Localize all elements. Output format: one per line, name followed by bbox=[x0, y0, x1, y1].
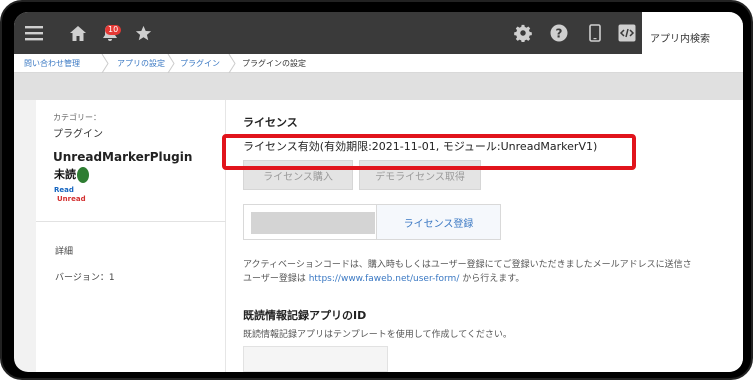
svg-text:未読: 未読 bbox=[53, 167, 76, 181]
device-frame: 10 ? アプリ内検索 問い合わせ管理 アプリの設定 プラグイン プラグインの設… bbox=[0, 0, 753, 380]
svg-text:Unread: Unread bbox=[57, 195, 86, 203]
plugin-name: UnreadMarkerPlugin bbox=[53, 150, 193, 164]
category-label: カテゴリー： bbox=[53, 113, 101, 122]
activation-code-value bbox=[251, 212, 375, 234]
help-icon[interactable]: ? bbox=[547, 12, 571, 54]
user-form-link[interactable]: https://www.faweb.net/user-form/ bbox=[309, 274, 460, 284]
category-value: プラグイン bbox=[53, 129, 103, 140]
sidebar-divider bbox=[36, 221, 226, 222]
license-status-highlight bbox=[222, 134, 636, 170]
menu-icon[interactable] bbox=[22, 12, 46, 54]
breadcrumb-item-plugin-settings: プラグインの設定 bbox=[242, 59, 306, 68]
breadcrumb-item-plugin[interactable]: プラグイン bbox=[180, 58, 220, 69]
screen: 10 ? アプリ内検索 問い合わせ管理 アプリの設定 プラグイン プラグインの設… bbox=[14, 12, 743, 372]
breadcrumb-item-app-settings[interactable]: アプリの設定 bbox=[117, 58, 165, 69]
breadcrumb-separator-icon bbox=[228, 54, 236, 73]
registration-note: ユーザー登録は https://www.faweb.net/user-form/… bbox=[243, 274, 525, 284]
notification-badge: 10 bbox=[105, 25, 122, 35]
svg-text:Read: Read bbox=[54, 186, 74, 194]
svg-text:?: ? bbox=[556, 27, 563, 41]
star-icon[interactable] bbox=[131, 12, 155, 54]
version-label: バージョン：1 bbox=[55, 273, 115, 283]
top-header: 10 ? アプリ内検索 bbox=[14, 12, 743, 54]
license-title: ライセンス bbox=[243, 116, 298, 129]
read-log-app-id-input[interactable] bbox=[243, 346, 388, 372]
breadcrumb-separator-icon bbox=[167, 54, 175, 73]
activation-note: アクティベーションコードは、購入時もしくはユーザー登録にてご登録いただきましたメ… bbox=[243, 260, 692, 270]
read-log-description: 既読情報記録アプリはテンプレートを使用して作成してください。 bbox=[243, 330, 512, 340]
breadcrumb-separator-icon bbox=[101, 54, 109, 73]
detail-link[interactable]: 詳細 bbox=[55, 244, 73, 257]
toolbar-strip bbox=[14, 73, 743, 100]
read-log-title: 既読情報記録アプリのID bbox=[243, 309, 367, 322]
license-register-button[interactable]: ライセンス登録 bbox=[376, 204, 501, 240]
home-icon[interactable] bbox=[66, 12, 90, 54]
plugin-sidebar: カテゴリー： プラグイン UnreadMarkerPlugin 未読 Read … bbox=[36, 100, 226, 372]
mobile-icon[interactable] bbox=[583, 12, 607, 54]
code-icon[interactable] bbox=[615, 12, 639, 54]
activation-code-input[interactable] bbox=[243, 204, 388, 240]
gear-icon[interactable] bbox=[511, 12, 535, 54]
app-search-tab[interactable]: アプリ内検索 bbox=[642, 12, 743, 54]
breadcrumb: 問い合わせ管理 アプリの設定 プラグイン プラグインの設定 bbox=[14, 54, 743, 73]
breadcrumb-item-inquiry[interactable]: 問い合わせ管理 bbox=[24, 58, 80, 69]
plugin-logo: 未読 Read Unread bbox=[53, 166, 91, 204]
